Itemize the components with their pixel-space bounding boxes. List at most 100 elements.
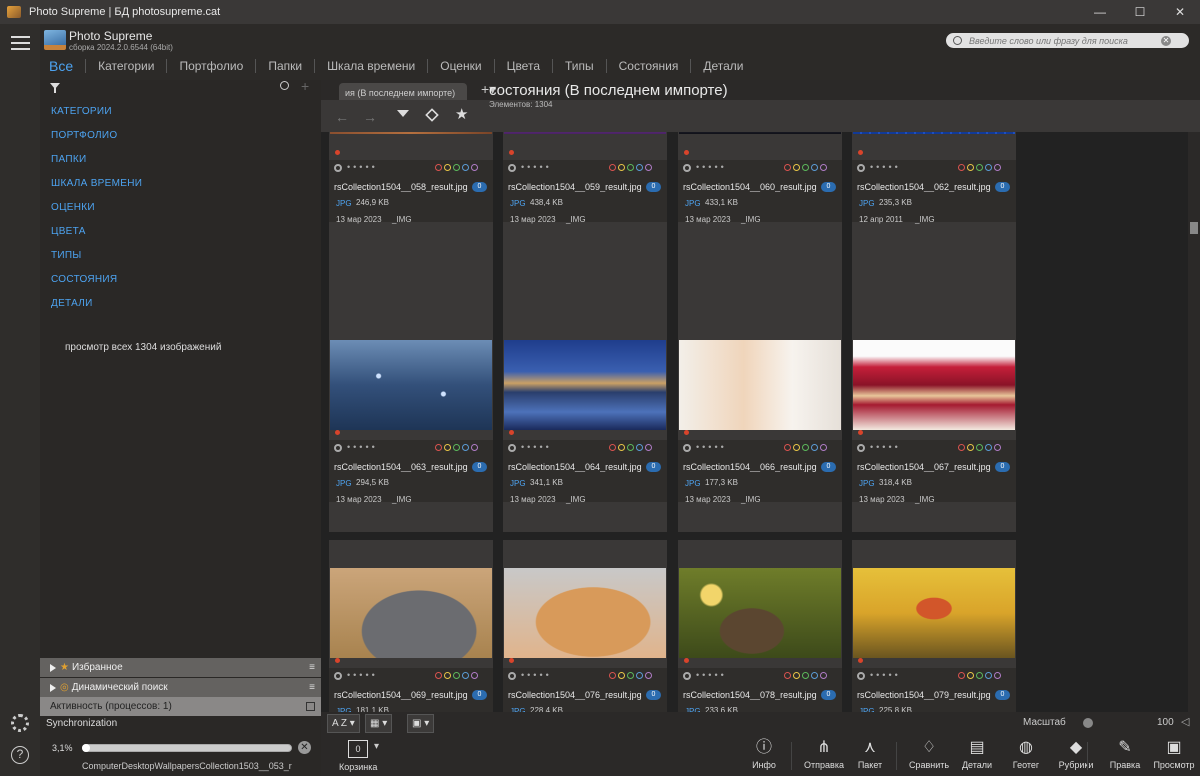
photo-thumbnail[interactable] (853, 340, 1015, 430)
color-label-dot[interactable] (994, 164, 1001, 171)
color-label-dot[interactable] (609, 164, 616, 171)
sidebar-item-portfolio[interactable]: ПОРТФОЛИО (40, 120, 321, 144)
toolbar-item-compare[interactable]: ♢ Сравнить (906, 738, 952, 770)
expand-icon[interactable] (50, 663, 56, 672)
search-input[interactable] (969, 35, 1159, 46)
color-label-dot[interactable] (444, 444, 451, 451)
color-label-dot[interactable] (462, 164, 469, 171)
color-labels[interactable] (784, 444, 827, 451)
sidebar-item-ratings[interactable]: ОЦЕНКИ (40, 192, 321, 216)
color-label-dot[interactable] (453, 164, 460, 171)
color-label-dot[interactable] (636, 444, 643, 451)
tab-states[interactable]: Состояния (605, 59, 691, 73)
rating-stars[interactable]: ••••• (696, 442, 727, 452)
color-label-dot[interactable] (820, 444, 827, 451)
tab-colors[interactable]: Цвета (493, 59, 552, 73)
color-label-dot[interactable] (784, 164, 791, 171)
color-label-dot[interactable] (985, 444, 992, 451)
toolbar-item-batch[interactable]: ⋏ Пакет (847, 738, 893, 770)
color-label-dot[interactable] (958, 672, 965, 679)
color-label-dot[interactable] (793, 444, 800, 451)
scrollbar[interactable] (1188, 132, 1200, 712)
photo-thumbnail[interactable] (504, 340, 666, 430)
color-label-dot[interactable] (618, 444, 625, 451)
rating-stars[interactable]: ••••• (696, 670, 727, 680)
thumbnail-card[interactable]: ••••• rsCollection1504__063_result.jpg 0 JP… (329, 312, 493, 532)
panel-search-icon[interactable] (280, 81, 289, 90)
rating-stars[interactable]: ••••• (870, 442, 901, 452)
sidebar-item-states[interactable]: СОСТОЯНИЯ (40, 264, 321, 288)
color-label-dot[interactable] (985, 164, 992, 171)
color-label-dot[interactable] (462, 444, 469, 451)
color-label-dot[interactable] (627, 444, 634, 451)
color-label-dot[interactable] (645, 444, 652, 451)
rating-stars[interactable]: ••••• (870, 162, 901, 172)
view-mode-button[interactable]: ▦ ▾ (365, 714, 393, 733)
color-label-dot[interactable] (976, 444, 983, 451)
color-labels[interactable] (784, 164, 827, 171)
color-label-dot[interactable] (435, 444, 442, 451)
panel-menu-icon[interactable]: ≡ (309, 662, 315, 673)
color-label-dot[interactable] (435, 672, 442, 679)
sidebar-item-details[interactable]: ДЕТАЛИ (40, 288, 321, 312)
thumbnail-card[interactable]: ••••• rsCollection1504__079_result.jpg 0 JP… (852, 540, 1016, 712)
photo-thumbnail[interactable] (330, 132, 492, 134)
basket-dropdown-icon[interactable]: ▾ (374, 741, 379, 752)
color-label-dot[interactable] (609, 672, 616, 679)
color-label-dot[interactable] (994, 672, 1001, 679)
color-label-dot[interactable] (820, 164, 827, 171)
tab-folders[interactable]: Папки (255, 59, 314, 73)
search-box[interactable]: ✕ (946, 33, 1189, 48)
star-icon[interactable]: ★ (455, 105, 468, 123)
flag-icon[interactable] (683, 444, 691, 452)
color-label-dot[interactable] (820, 672, 827, 679)
minimize-button[interactable]: — (1080, 0, 1120, 24)
clear-search-icon[interactable]: ✕ (1161, 35, 1171, 46)
color-label-dot[interactable] (811, 672, 818, 679)
color-label-dot[interactable] (802, 444, 809, 451)
color-label-dot[interactable] (784, 444, 791, 451)
color-label-dot[interactable] (967, 672, 974, 679)
cancel-sync-icon[interactable]: ✕ (298, 741, 311, 754)
photo-thumbnail[interactable] (679, 340, 841, 430)
rating-stars[interactable]: ••••• (347, 442, 378, 452)
rating-stars[interactable]: ••••• (870, 670, 901, 680)
sidebar-item-timeline[interactable]: ШКАЛА ВРЕМЕНИ (40, 168, 321, 192)
menu-icon[interactable] (11, 36, 30, 50)
sidebar-item-types[interactable]: ТИПЫ (40, 240, 321, 264)
close-button[interactable]: ✕ (1160, 0, 1200, 24)
filter-icon[interactable] (50, 83, 60, 93)
thumbnail-card[interactable]: ••••• rsCollection1504__067_result.jpg 0 JP… (852, 312, 1016, 532)
color-label-dot[interactable] (444, 164, 451, 171)
color-label-dot[interactable] (811, 164, 818, 171)
color-label-dot[interactable] (444, 672, 451, 679)
toolbar-item-info[interactable]: ⓘ Инфо (741, 738, 787, 770)
photo-thumbnail[interactable] (504, 132, 666, 134)
color-label-dot[interactable] (645, 672, 652, 679)
color-label-dot[interactable] (453, 444, 460, 451)
maximize-button[interactable]: ☐ (1120, 0, 1160, 24)
color-labels[interactable] (609, 164, 652, 171)
photo-thumbnail[interactable] (853, 132, 1015, 134)
thumbnail-card[interactable]: ••••• rsCollection1504__066_result.jpg 0 JP… (678, 312, 842, 532)
toolbar-item-details[interactable]: ▤ Детали (954, 738, 1000, 770)
forward-icon[interactable]: → (363, 109, 377, 125)
tab-categories[interactable]: Категории (85, 59, 166, 73)
flag-icon[interactable] (683, 164, 691, 172)
color-label-dot[interactable] (453, 672, 460, 679)
color-labels[interactable] (958, 672, 1001, 679)
add-icon[interactable]: + (301, 78, 309, 94)
sidebar-item-categories[interactable]: КАТЕГОРИИ (40, 96, 321, 120)
color-labels[interactable] (435, 672, 478, 679)
flag-icon[interactable] (857, 164, 865, 172)
color-label-dot[interactable] (967, 164, 974, 171)
flag-icon[interactable] (334, 444, 342, 452)
color-label-dot[interactable] (435, 164, 442, 171)
color-label-dot[interactable] (618, 672, 625, 679)
color-label-dot[interactable] (802, 672, 809, 679)
activity-panel[interactable]: Активность (процессов: 1) (40, 697, 321, 716)
rating-stars[interactable]: ••••• (347, 162, 378, 172)
thumbnail-card[interactable]: ••••• rsCollection1504__076_result.jpg 0 JP… (503, 540, 667, 712)
tab-timeline[interactable]: Шкала времени (314, 59, 427, 73)
color-label-dot[interactable] (784, 672, 791, 679)
